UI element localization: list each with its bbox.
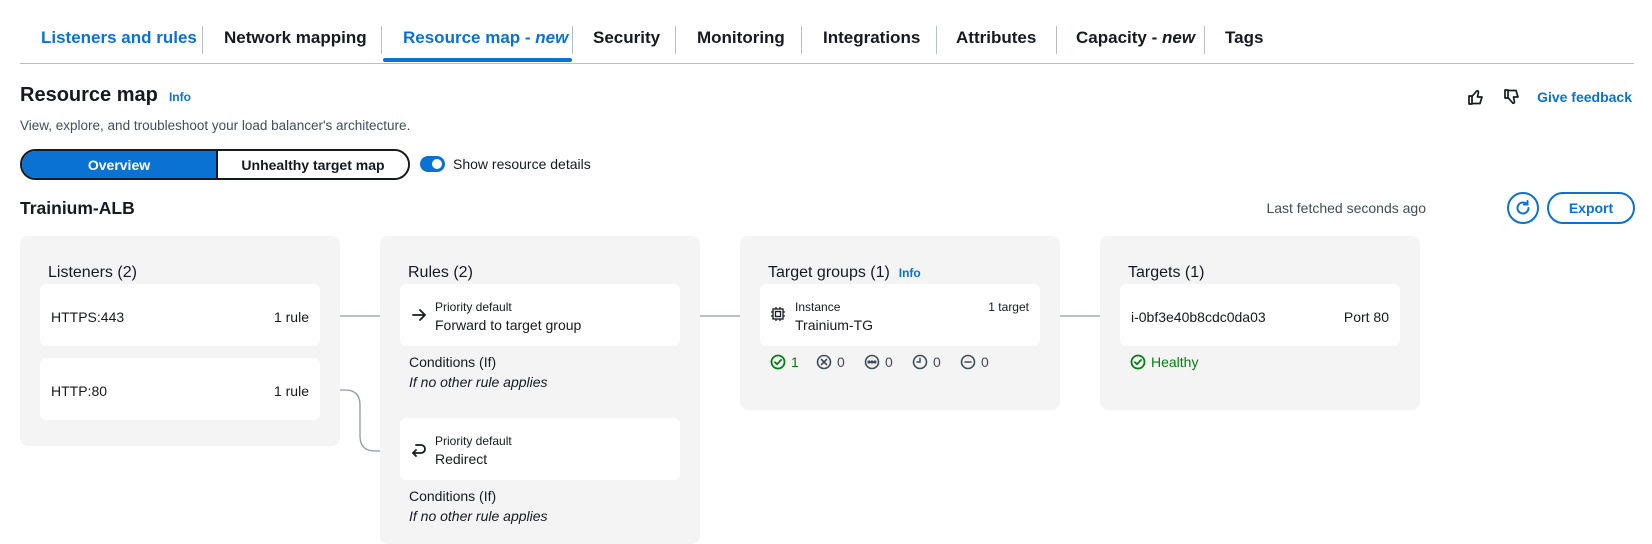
conditions-value: If no other rule applies (409, 374, 548, 390)
rules-panel: Rules (2) Priority default Forward to ta… (380, 236, 700, 544)
conditions-label: Conditions (If) (409, 488, 497, 504)
rule-card[interactable]: Priority default Forward to target group (400, 284, 680, 346)
targets-title: Targets (1) (1128, 264, 1205, 281)
target-group-name: Trainium-TG (795, 317, 874, 333)
target-port: Port 80 (1343, 309, 1389, 325)
instance-chip-icon (771, 307, 785, 321)
target-groups-panel: Target groups (1) Info Instance Trainium… (740, 236, 1060, 410)
status-unused-icon (864, 354, 880, 370)
listener-card[interactable]: HTTPS:443 1 rule (40, 284, 320, 346)
target-card[interactable]: i-0bf3e40b8cdc0da03 Port 80 (1120, 284, 1400, 346)
unhealthy-count: 0 (816, 354, 845, 370)
listeners-title: Listeners (2) (48, 264, 137, 281)
rule-card[interactable]: Priority default Redirect (400, 418, 680, 480)
status-stopped-icon (960, 354, 976, 370)
rules-title: Rules (2) (408, 264, 473, 281)
initial-count: 0 (912, 354, 941, 370)
target-group-type: Instance (795, 300, 841, 314)
target-health-status: Healthy (1130, 354, 1198, 370)
conditions-value: If no other rule applies (409, 508, 548, 524)
draining-count: 0 (960, 354, 989, 370)
rule-action: Forward to target group (435, 317, 582, 333)
listener-rule-count: 1 rule (273, 309, 309, 325)
status-success-icon (1130, 354, 1146, 370)
listeners-panel: Listeners (2) HTTPS:443 1 rule HTTP:80 1… (20, 236, 340, 446)
redirect-icon (412, 444, 426, 457)
listener-rule-count: 1 rule (273, 383, 309, 399)
listener-card[interactable]: HTTP:80 1 rule (40, 358, 320, 420)
healthy-count: 1 (770, 354, 799, 370)
targets-panel: Targets (1) i-0bf3e40b8cdc0da03 Port 80 (1100, 236, 1420, 410)
status-pending-icon (912, 354, 928, 370)
listener-name: HTTPS:443 (51, 309, 125, 325)
rule-action: Redirect (435, 451, 488, 467)
target-group-card[interactable]: Instance Trainium-TG 1 target (760, 284, 1040, 346)
target-count: 1 target (988, 300, 1029, 314)
arrow-right-icon (412, 309, 426, 321)
status-error-icon (816, 354, 832, 370)
target-id: i-0bf3e40b8cdc0da03 (1131, 309, 1266, 325)
listener-name: HTTP:80 (51, 383, 108, 399)
unused-count: 0 (864, 354, 893, 370)
info-link[interactable]: Info (899, 266, 921, 280)
target-groups-title: Target groups (1) Info (768, 264, 921, 281)
rule-priority: Priority default (435, 434, 512, 448)
status-success-icon (770, 354, 786, 370)
conditions-label: Conditions (If) (409, 354, 497, 370)
rule-priority: Priority default (435, 300, 512, 314)
